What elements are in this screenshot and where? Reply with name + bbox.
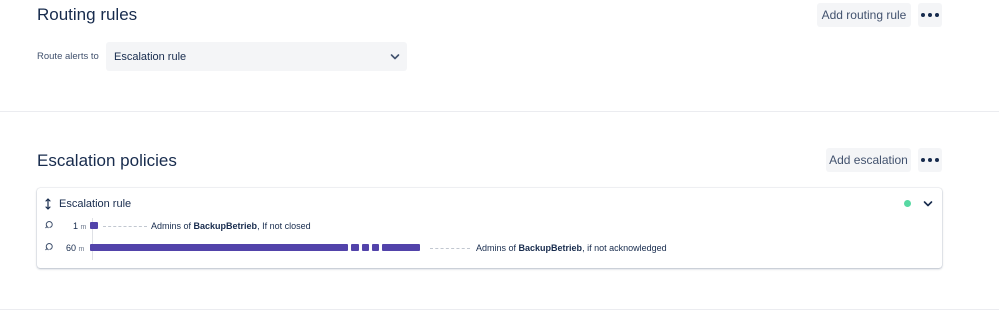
escalation-rule-name: Escalation rule xyxy=(59,198,132,210)
step-1-description: Admins of BackupBetrieb, If not closed xyxy=(151,221,311,231)
step-2-time: 60 m xyxy=(66,243,84,253)
route-alerts-select[interactable]: Escalation rule xyxy=(106,42,407,71)
step-2-time-unit: m xyxy=(78,246,85,253)
escalation-rule-card: Escalation rule 1 m Admins of BackupBetr… xyxy=(37,188,942,268)
step-2-bar-segment xyxy=(362,244,369,251)
step-1-time-value: 1 xyxy=(73,221,79,231)
dot-icon xyxy=(934,13,939,17)
step-1-condition: , If not closed xyxy=(257,221,311,231)
dot-icon xyxy=(928,158,932,162)
step-1-bar xyxy=(90,222,98,229)
dot-icon xyxy=(928,13,932,17)
routing-rules-title: Routing rules xyxy=(37,5,138,24)
step-2-bar-segment xyxy=(90,244,348,251)
step-2-bar-segment xyxy=(372,244,379,251)
notify-icon xyxy=(45,221,53,229)
section-divider xyxy=(0,111,999,112)
step-2-connector xyxy=(430,248,470,249)
step-1-connector xyxy=(103,226,147,227)
dot-icon xyxy=(934,158,939,162)
step-1-time: 1 m xyxy=(73,221,86,231)
step-1-time-unit: m xyxy=(80,224,87,231)
chevron-down-icon xyxy=(390,54,400,60)
step-2-bar-segment xyxy=(351,244,359,251)
route-alerts-label: Route alerts to xyxy=(37,51,99,62)
step-1-team[interactable]: BackupBetrieb xyxy=(194,221,258,231)
section-divider xyxy=(0,309,999,310)
add-escalation-button[interactable]: Add escalation xyxy=(826,148,911,172)
notify-icon xyxy=(45,243,53,251)
status-indicator xyxy=(904,200,911,207)
route-alerts-value: Escalation rule xyxy=(114,50,187,63)
dot-icon xyxy=(921,158,926,162)
step-2-prefix: Admins of xyxy=(476,243,519,253)
add-routing-rule-button[interactable]: Add routing rule xyxy=(817,3,911,27)
dot-icon xyxy=(921,13,926,17)
step-2-team[interactable]: BackupBetrieb xyxy=(519,243,583,253)
step-2-description: Admins of BackupBetrieb, if not acknowle… xyxy=(476,243,667,253)
step-2-time-value: 60 xyxy=(66,243,77,253)
escalation-policies-title: Escalation policies xyxy=(37,151,177,170)
escalation-more-button[interactable] xyxy=(918,148,942,172)
chevron-down-icon[interactable] xyxy=(923,200,933,208)
step-2-bar-segment xyxy=(382,244,420,251)
step-2-condition: , if not acknowledged xyxy=(582,243,667,253)
drag-handle-icon[interactable] xyxy=(45,198,51,210)
routing-more-button[interactable] xyxy=(918,3,942,27)
step-1-prefix: Admins of xyxy=(151,221,194,231)
